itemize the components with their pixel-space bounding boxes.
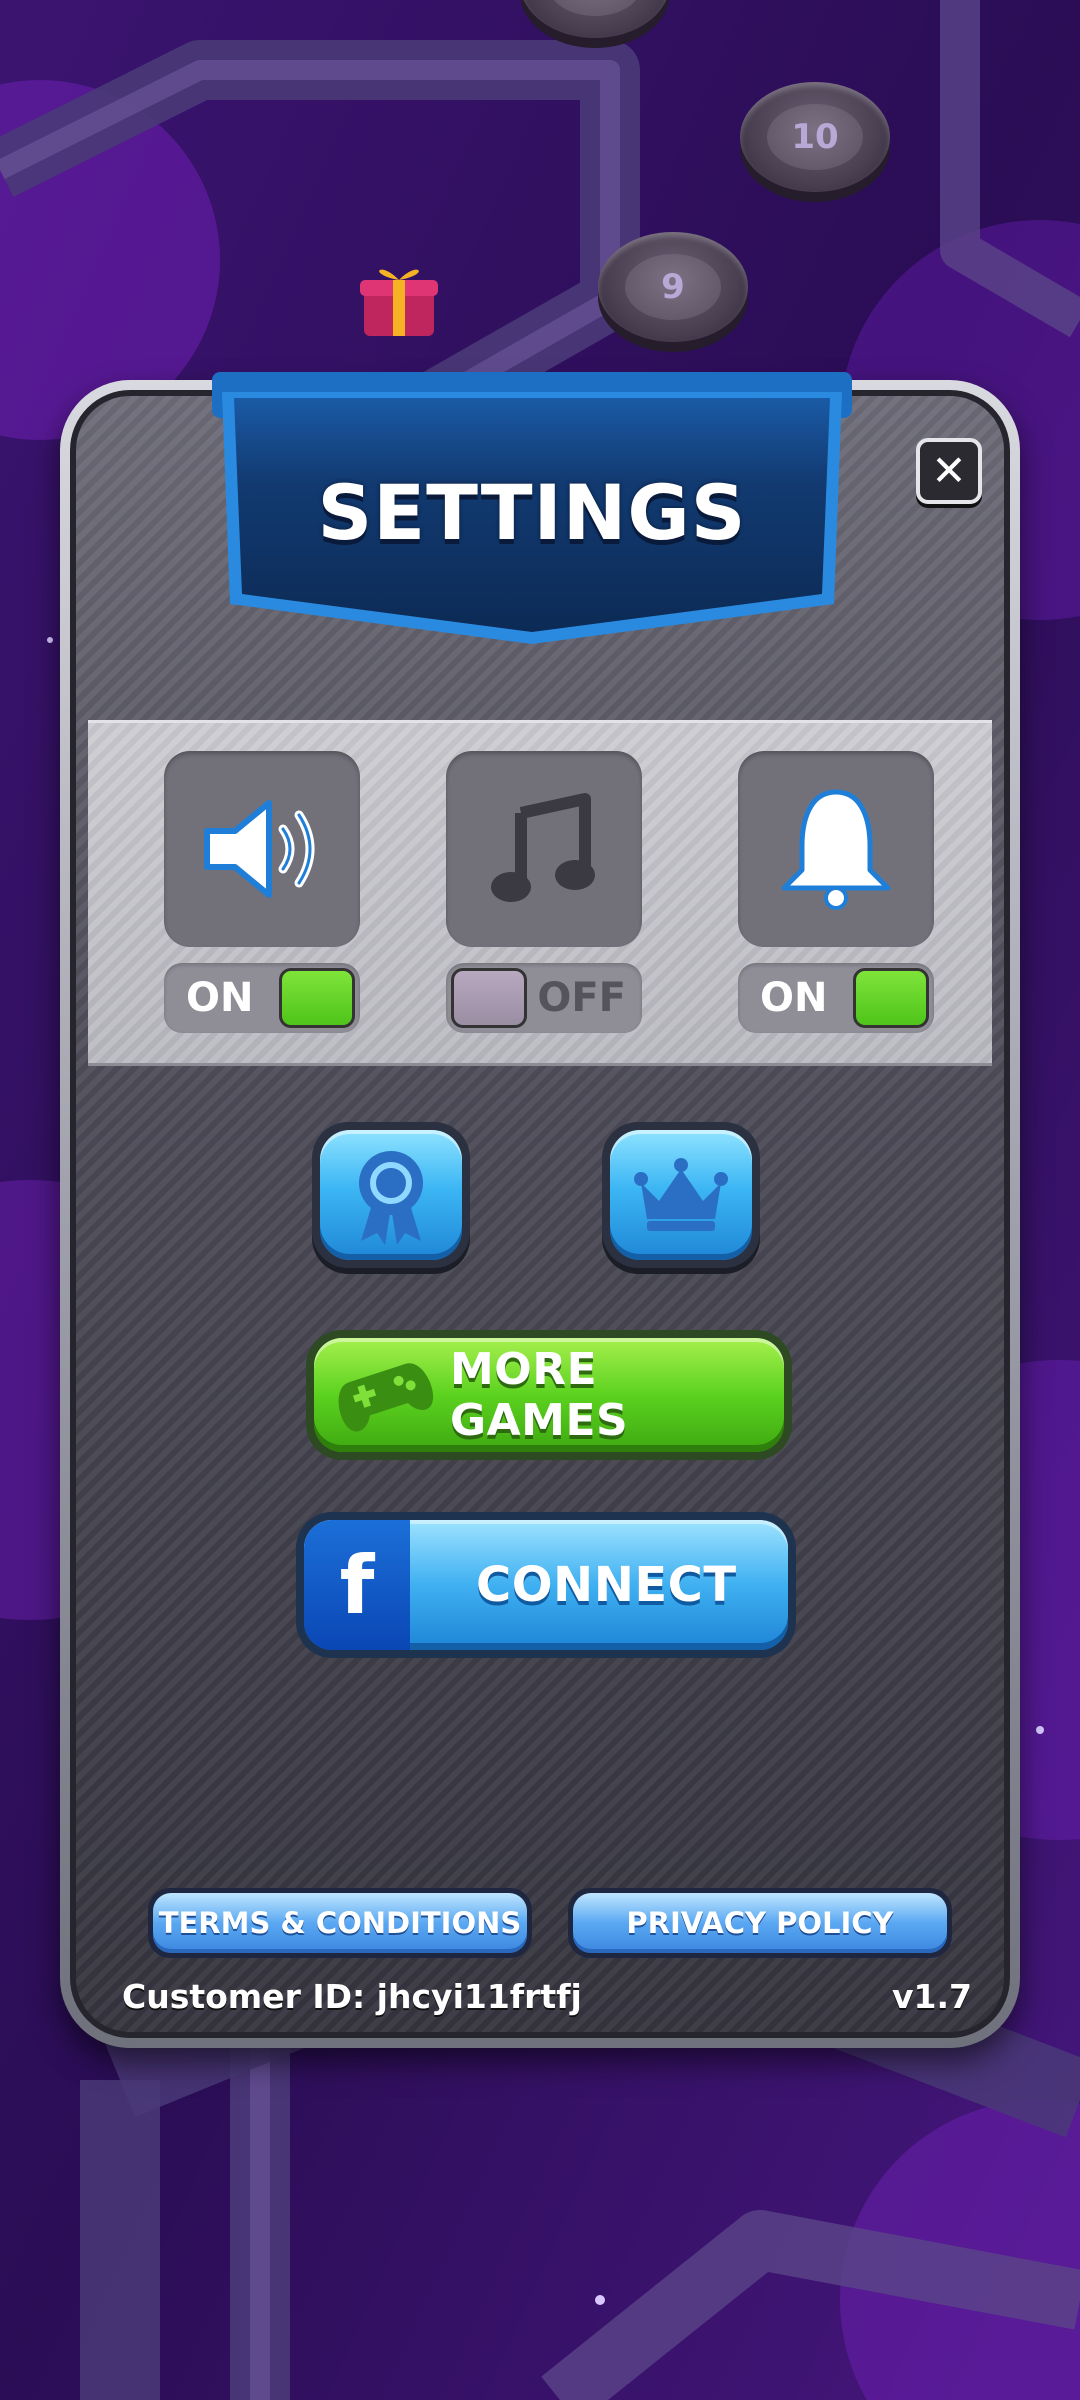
- notifications-setting: ON: [738, 751, 938, 1033]
- music-setting: OFF: [446, 751, 646, 1033]
- close-button[interactable]: ✕: [916, 438, 982, 504]
- sound-state-label: ON: [186, 975, 254, 1021]
- speaker-icon: [204, 800, 315, 898]
- terms-button[interactable]: TERMS & CONDITIONS: [148, 1888, 532, 1958]
- sound-setting: ON: [164, 751, 364, 1033]
- gift-box-icon[interactable]: [358, 258, 440, 340]
- level-node-10[interactable]: 10: [740, 82, 890, 192]
- music-toggle-tile[interactable]: [446, 751, 642, 947]
- more-games-label: MORE GAMES: [450, 1344, 629, 1446]
- switch-knob: [279, 968, 355, 1028]
- achievements-button[interactable]: [312, 1122, 470, 1268]
- level-node-9[interactable]: 9: [598, 232, 748, 342]
- leaderboard-button[interactable]: [602, 1122, 760, 1268]
- settings-dialog: ✕ ON OFF ON MORE GAMES f CONNECT TERMS &…: [60, 372, 1020, 2048]
- switch-knob: [451, 968, 527, 1028]
- music-note-icon: [491, 793, 595, 902]
- facebook-letter: f: [339, 1538, 375, 1632]
- bell-icon: [781, 789, 891, 910]
- gamepad-icon: [338, 1363, 434, 1432]
- more-games-button-face: MORE GAMES: [314, 1338, 784, 1452]
- customer-id: Customer ID: jhcyi11frtfj: [122, 1977, 582, 2016]
- switch-knob: [853, 968, 929, 1028]
- leaderboard-button-face: [610, 1130, 752, 1260]
- level-number: 9: [625, 254, 721, 320]
- award-ribbon-icon: [359, 1151, 423, 1245]
- toggle-strip: ON OFF ON: [88, 720, 992, 1066]
- terms-label: TERMS & CONDITIONS: [153, 1893, 527, 1953]
- connect-label: CONNECT: [476, 1557, 737, 1613]
- facebook-icon: f: [304, 1520, 410, 1650]
- music-switch[interactable]: OFF: [446, 963, 642, 1033]
- close-icon: ✕: [931, 446, 967, 495]
- privacy-policy-button[interactable]: PRIVACY POLICY: [568, 1888, 952, 1958]
- settings-title: SETTINGS: [317, 468, 747, 557]
- privacy-policy-label: PRIVACY POLICY: [573, 1893, 947, 1953]
- notifications-switch[interactable]: ON: [738, 963, 934, 1033]
- facebook-connect-button-face: f CONNECT: [304, 1520, 788, 1650]
- level-number: 10: [767, 104, 863, 170]
- facebook-connect-button[interactable]: f CONNECT: [296, 1512, 796, 1658]
- notifications-state-label: ON: [760, 975, 828, 1021]
- crown-icon: [634, 1158, 728, 1231]
- title-ribbon: SETTINGS: [212, 372, 852, 654]
- more-games-button[interactable]: MORE GAMES: [306, 1330, 792, 1460]
- sound-toggle-tile[interactable]: [164, 751, 360, 947]
- music-state-label: OFF: [537, 975, 626, 1021]
- version-label: v1.7: [892, 1977, 972, 2016]
- notifications-toggle-tile[interactable]: [738, 751, 934, 947]
- sound-switch[interactable]: ON: [164, 963, 360, 1033]
- achievements-button-face: [320, 1130, 462, 1260]
